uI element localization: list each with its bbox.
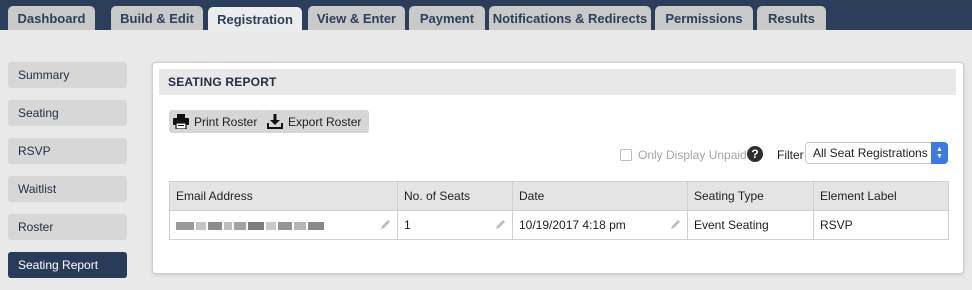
table-row: 1 10/19/2017 4:18 pm Event Seating RSVP <box>169 210 949 240</box>
column-header-seating-type: Seating Type <box>687 181 814 211</box>
tab-registration[interactable]: Registration <box>208 7 302 32</box>
tab-view-enter[interactable]: View & Enter <box>308 6 405 30</box>
table-header-row: Email Address No. of Seats Date Seating … <box>169 181 949 211</box>
tab-build-edit[interactable]: Build & Edit <box>111 6 203 30</box>
help-icon[interactable]: ? <box>747 146 763 162</box>
column-header-seats: No. of Seats <box>397 181 513 211</box>
sidebar-item-roster[interactable]: Roster <box>8 214 127 240</box>
tab-dashboard[interactable]: Dashboard <box>8 6 95 30</box>
redacted-email <box>176 221 324 230</box>
printer-icon <box>173 114 189 129</box>
sidebar-item-summary[interactable]: Summary <box>8 62 127 88</box>
panel-title: SEATING REPORT <box>159 69 956 95</box>
sidebar-item-rsvp[interactable]: RSVP <box>8 138 127 164</box>
seating-type-cell: Event Seating <box>687 210 814 240</box>
seats-cell[interactable]: 1 <box>397 210 513 240</box>
column-header-email: Email Address <box>169 181 398 211</box>
download-icon <box>267 114 283 129</box>
edit-pencil-icon[interactable] <box>669 219 681 231</box>
tab-payment[interactable]: Payment <box>409 6 485 30</box>
export-roster-label: Export Roster <box>288 114 362 129</box>
only-unpaid-label: Only Display Unpaid <box>638 148 747 162</box>
print-roster-label: Print Roster <box>194 114 258 129</box>
date-cell[interactable]: 10/19/2017 4:18 pm <box>512 210 688 240</box>
tab-notifications-redirects[interactable]: Notifications & Redirects <box>489 6 651 30</box>
select-arrows-icon: ▲ ▼ <box>931 142 948 164</box>
sidebar-item-waitlist[interactable]: Waitlist <box>8 176 127 202</box>
tab-permissions[interactable]: Permissions <box>655 6 753 30</box>
filter-select-value: All Seat Registrations <box>813 146 928 160</box>
column-header-date: Date <box>512 181 688 211</box>
tab-results[interactable]: Results <box>757 6 826 30</box>
element-label-cell: RSVP <box>813 210 949 240</box>
sidebar-item-seating-report[interactable]: Seating Report <box>8 252 127 278</box>
edit-pencil-icon[interactable] <box>379 219 391 231</box>
edit-pencil-icon[interactable] <box>494 219 506 231</box>
sidebar-item-seating[interactable]: Seating <box>8 100 127 126</box>
top-nav-bar: Dashboard Build & Edit Registration View… <box>0 0 972 32</box>
date-value: 10/19/2017 4:18 pm <box>519 218 626 232</box>
column-header-element-label: Element Label <box>813 181 949 211</box>
export-roster-button[interactable]: Export Roster <box>263 110 370 133</box>
seats-value: 1 <box>404 218 411 232</box>
email-cell[interactable] <box>169 210 398 240</box>
print-roster-button[interactable]: Print Roster <box>169 110 266 133</box>
filter-label: Filter <box>777 148 804 162</box>
only-unpaid-checkbox[interactable] <box>620 149 632 161</box>
filter-select[interactable]: All Seat Registrations ▲ ▼ <box>805 142 948 164</box>
seating-report-panel: SEATING REPORT Print Roster Export Roste… <box>152 62 964 274</box>
seating-report-table: Email Address No. of Seats Date Seating … <box>169 181 949 240</box>
